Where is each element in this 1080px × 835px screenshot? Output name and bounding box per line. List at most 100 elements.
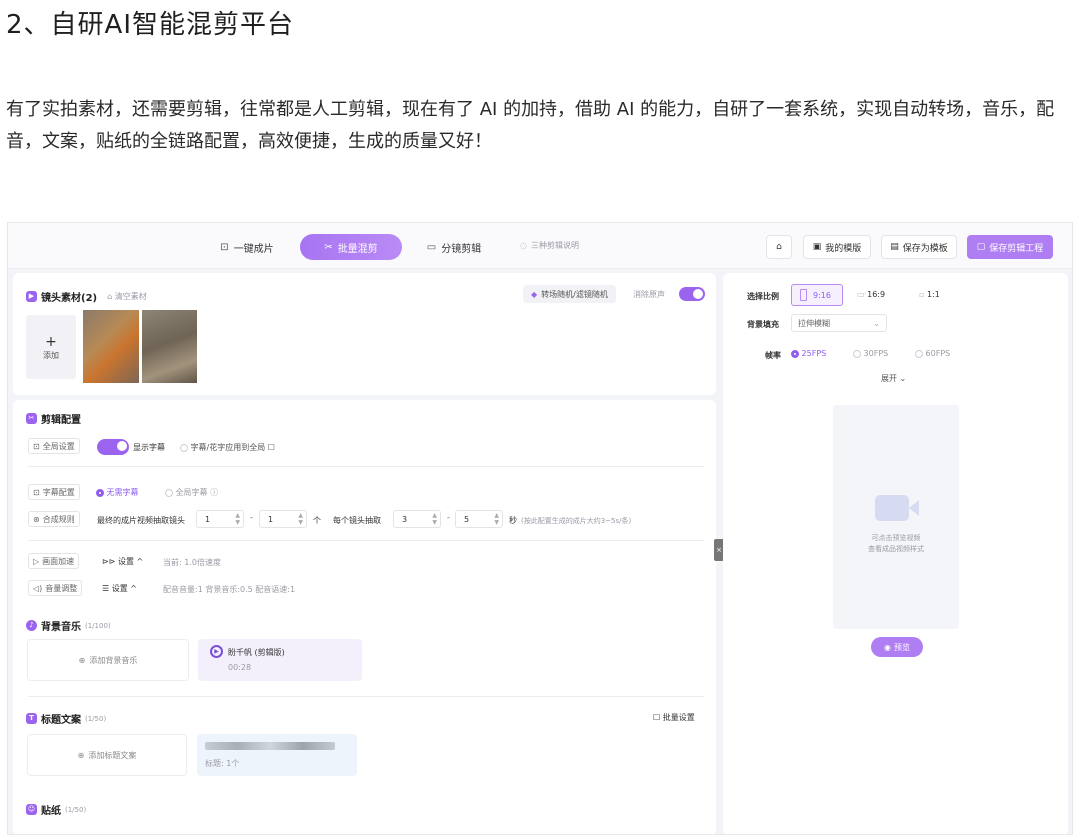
copy-item-card[interactable]: 标题: 1个	[197, 734, 357, 776]
scissors-icon: ✂	[26, 413, 37, 424]
sticker-title: ☺ 贴纸 (1/50)	[26, 802, 86, 817]
clip-add-icon: ⊡	[220, 241, 229, 253]
shot-max-input[interactable]: 1 ▲ ▼	[259, 510, 307, 528]
home-button[interactable]: ⌂	[766, 235, 792, 259]
batch-settings-button[interactable]: ☐ 批量设置	[653, 712, 695, 723]
unit-label: 秒	[509, 516, 517, 525]
expand-toggle[interactable]: 展开 ⌄	[881, 373, 906, 384]
music-track-card[interactable]: ▶ 盼千帆 (剪辑版) 00:28	[198, 639, 362, 681]
material-thumbnail[interactable]	[142, 310, 197, 383]
material-thumbnail[interactable]	[83, 310, 139, 383]
fps-25-radio[interactable]: 25FPS	[791, 349, 826, 358]
preview-hint-line1: 可点击预览视频	[871, 534, 921, 542]
volume-settings-toggle[interactable]: ☰ 设置 ^	[102, 583, 137, 594]
button-label: 我的模版	[825, 243, 862, 254]
preview-button-text: 预览	[893, 642, 910, 652]
radio-selected	[96, 488, 104, 497]
fps-60-radio[interactable]: 60FPS	[915, 349, 950, 358]
stepper-arrows-icon: ▲ ▼	[298, 512, 303, 526]
volume-chip: ◁) 音量调整	[28, 580, 83, 596]
show-subtitle-toggle[interactable]	[97, 439, 129, 455]
camera-icon: ▭	[426, 241, 437, 253]
help-icon: ⓘ	[210, 488, 219, 497]
preview-button[interactable]: ◉ 预览	[871, 637, 923, 657]
mode-description-link[interactable]: ◌ 三种剪辑说明	[520, 240, 579, 251]
music-count: (1/100)	[85, 621, 111, 630]
stepper-arrows-icon: ▲ ▼	[494, 512, 499, 526]
music-track-time: 00:28	[228, 663, 252, 672]
effect-random-button[interactable]: ◆ 转场随机/滤镜随机	[523, 285, 616, 303]
synth-hint: (按此配置生成的成片大约3~5s/条)	[521, 517, 632, 525]
chip-label: 字幕配置	[42, 487, 75, 497]
scissors-icon: ✂	[324, 241, 333, 253]
tab-storyboard[interactable]: ▭ 分镜剪辑	[416, 234, 492, 260]
music-title-text: 背景音乐	[41, 622, 81, 633]
ratio-16-9-option[interactable]: ▭ 16:9	[857, 290, 885, 299]
settings-label: 设置 ^	[111, 584, 137, 593]
shot-min-input[interactable]: 1 ▲ ▼	[196, 510, 244, 528]
settings-icon: ⊡	[33, 441, 40, 451]
range-separator: -	[447, 513, 450, 522]
save-project-button[interactable]: ▢ 保存剪辑工程	[967, 235, 1053, 259]
radio-label: 60FPS	[925, 349, 951, 358]
divider	[28, 696, 704, 697]
radio-unselected	[853, 349, 861, 358]
add-material-button[interactable]: + 添加	[26, 315, 76, 379]
trash-icon: ⌂	[107, 292, 113, 301]
speed-settings-toggle[interactable]: ⊳⊳ 设置 ^	[102, 556, 143, 567]
ratio-9-16-option[interactable]: 9:16	[791, 284, 843, 306]
global-settings-chip: ⊡ 全局设置	[28, 438, 80, 454]
input-value: 1	[205, 514, 211, 524]
speed-icon: ▷	[33, 556, 40, 566]
speed-value: 当前: 1.0倍速度	[163, 558, 221, 567]
full-subtitle-radio[interactable]: 全局字幕 ⓘ	[165, 487, 218, 498]
article-paragraph: 有了实拍素材，还需要剪辑，往常都是人工剪辑，现在有了 AI 的加持，借助 AI …	[6, 99, 1055, 152]
batch-settings-text: 批量设置	[662, 713, 695, 722]
chip-label: 全局设置	[42, 441, 75, 451]
mute-original-label: 消除原声	[633, 290, 665, 299]
chevron-down-icon: ⌄	[873, 318, 880, 328]
tab-label: 一键成片	[233, 243, 274, 255]
select-value: 拉伸模糊	[798, 318, 830, 328]
fps-30-radio[interactable]: 30FPS	[853, 349, 888, 358]
settings-label: 设置 ^	[117, 557, 144, 566]
mode-description-text: 三种剪辑说明	[530, 241, 579, 250]
video-preview-area[interactable]: 可点击预览视频 查看成品视频样式	[833, 405, 959, 629]
eye-icon: ◉	[884, 642, 891, 652]
unit-label: 个	[313, 516, 321, 525]
effect-icon: ◆	[531, 289, 538, 299]
preview-hint-line2: 查看成品视频样式	[868, 545, 924, 553]
add-music-button[interactable]: ⊕ 添加背景音乐	[27, 639, 189, 681]
edit-config-title-text: 剪辑配置	[41, 415, 81, 426]
subtitle-config-chip: ⊡ 字幕配置	[28, 484, 80, 500]
landscape-icon: ▭	[857, 290, 865, 299]
add-music-text: 添加背景音乐	[89, 655, 138, 665]
rule-icon: ⊛	[33, 514, 40, 524]
copy-title: T 标题文案 (1/50)	[26, 711, 106, 726]
ratio-1-1-option[interactable]: ▫ 1:1	[919, 290, 940, 299]
bg-fill-select[interactable]: 拉伸模糊 ⌄	[791, 314, 887, 332]
duration-min-input[interactable]: 3 ▲ ▼	[393, 510, 441, 528]
copy-title-text: 标题文案	[41, 715, 81, 726]
mute-original-toggle[interactable]	[679, 287, 705, 301]
add-copy-button[interactable]: ⊕ 添加标题文案	[27, 734, 187, 776]
duration-max-input[interactable]: 5 ▲ ▼	[455, 510, 503, 528]
materials-panel: ▶ 镜头素材(2) ⌂ 清空素材 ◆ 转场随机/滤镜随机 消除原声 + 添加	[13, 273, 716, 395]
add-copy-text: 添加标题文案	[88, 750, 137, 760]
save-template-button[interactable]: ▤ 保存为模板	[881, 235, 957, 259]
save-icon: ▤	[890, 242, 899, 252]
sticker-title-text: 贴纸	[41, 806, 61, 817]
copy-item-label: 标题: 1个	[205, 759, 240, 768]
divider	[28, 540, 704, 541]
my-templates-button[interactable]: ▣ 我的模版	[803, 235, 871, 259]
video-icon: ▶	[26, 291, 37, 302]
apply-global-option[interactable]: 字幕/花字应用到全局 ☐	[180, 442, 275, 453]
add-circle-icon: ⊕	[78, 655, 86, 665]
tab-one-click[interactable]: ⊡ 一键成片	[208, 234, 286, 260]
speed-chip: ▷ 画面加速	[28, 553, 80, 569]
no-subtitle-radio[interactable]: 无需字幕	[96, 487, 139, 498]
tab-batch-mix[interactable]: ✂ 批量混剪	[300, 234, 402, 260]
clear-materials-link[interactable]: ⌂ 清空素材	[107, 291, 147, 302]
play-icon[interactable]: ▶	[210, 645, 223, 658]
add-circle-icon: ⊕	[77, 750, 85, 760]
